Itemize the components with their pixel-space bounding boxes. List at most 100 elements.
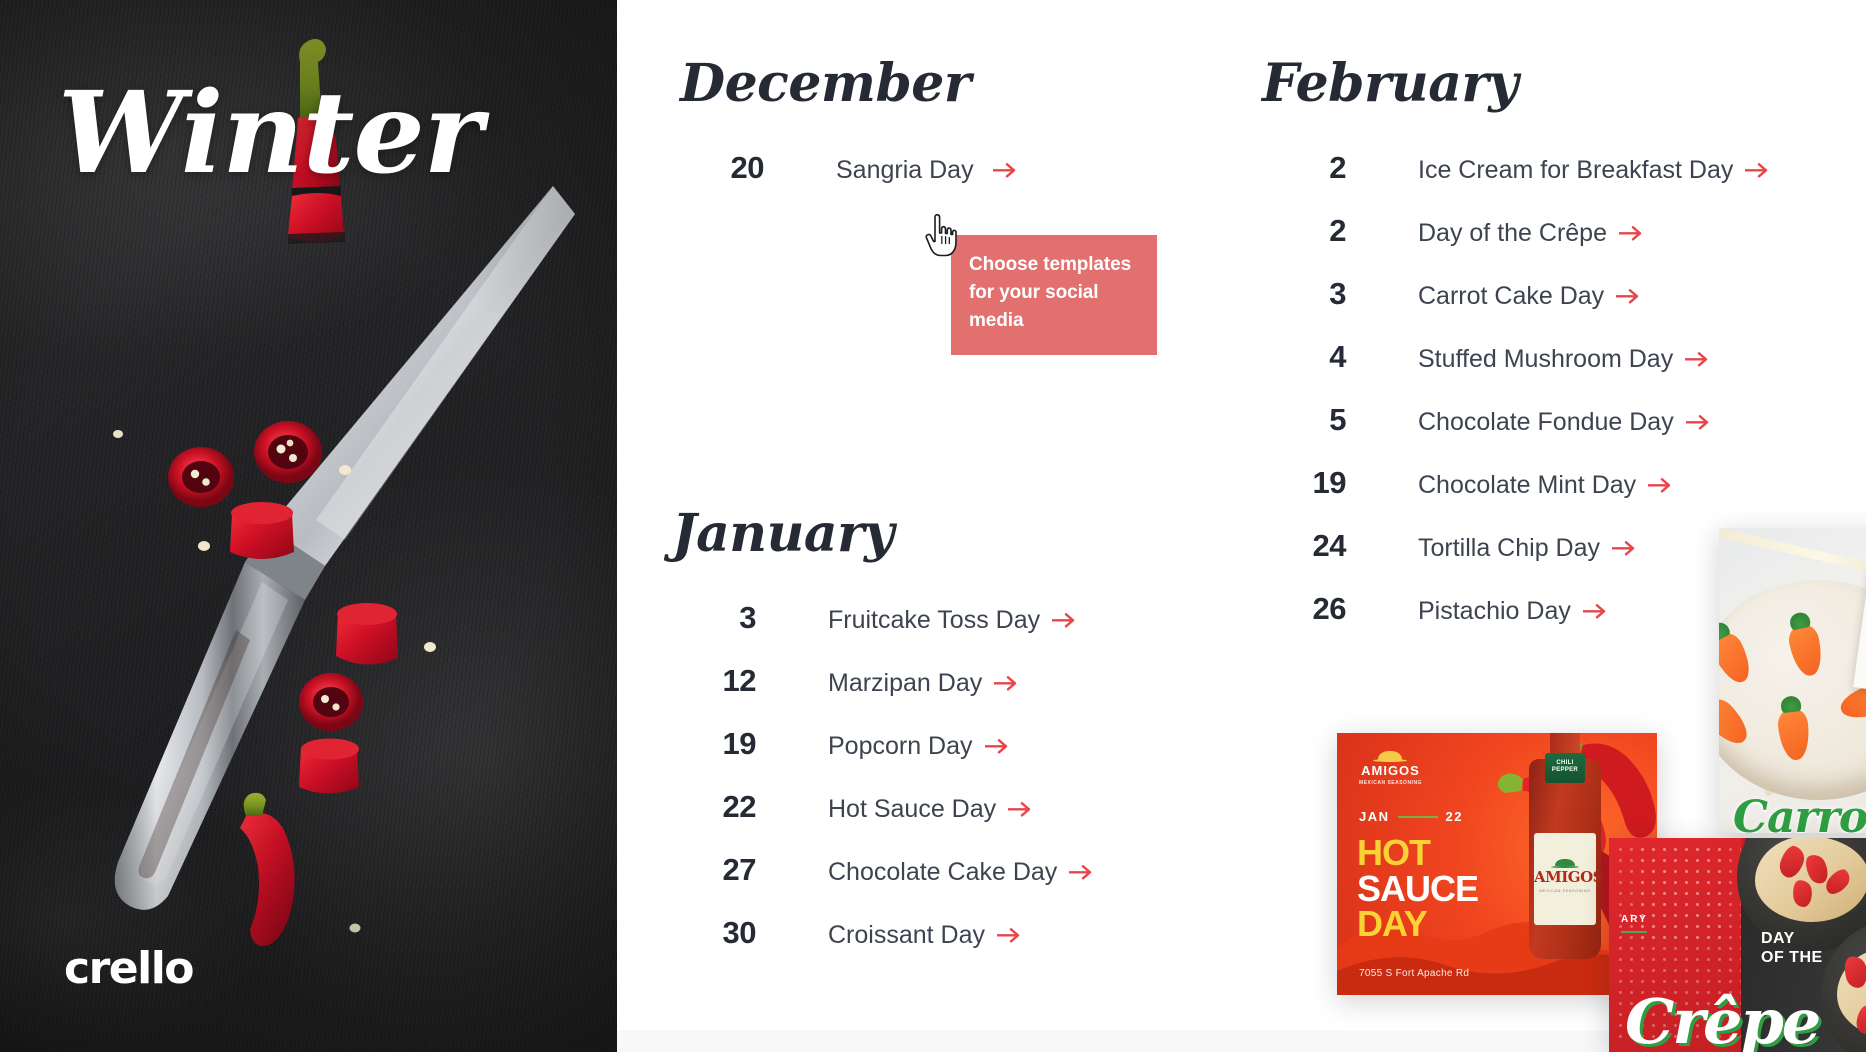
holiday-label-text: Chocolate Fondue Day bbox=[1418, 408, 1674, 436]
arrow-right-icon[interactable] bbox=[1685, 352, 1711, 367]
holiday-day-number: 19 bbox=[1312, 465, 1347, 500]
sombrero-icon bbox=[1551, 859, 1579, 868]
holiday-row[interactable]: 19 Popcorn Day bbox=[672, 726, 1232, 789]
arrow-right-icon[interactable] bbox=[1619, 226, 1645, 241]
winter-food-holidays-calendar-page: Winter crello December 20 Sangria Day Ja… bbox=[0, 0, 1866, 1052]
title-line-3: DAY bbox=[1357, 903, 1428, 945]
bottle-brand-sub: MEXICAN SEASONING bbox=[1539, 888, 1591, 893]
holiday-label[interactable]: Stuffed Mushroom Day bbox=[1354, 345, 1711, 374]
holiday-row[interactable]: 2 Ice Cream for Breakfast Day bbox=[1262, 150, 1862, 213]
hot-sauce-date: JAN 22 bbox=[1359, 809, 1463, 824]
holiday-day-number: 2 bbox=[1329, 213, 1346, 248]
month-column-january: January 3 Fruitcake Toss Day 12 Marzipan Da… bbox=[672, 508, 1232, 978]
holiday-label[interactable]: Marzipan Day bbox=[764, 669, 1020, 698]
arrow-right-icon[interactable] bbox=[1582, 604, 1609, 619]
holiday-row[interactable]: 19 Chocolate Mint Day bbox=[1262, 465, 1862, 528]
brand-name: AMIGOS bbox=[1361, 763, 1420, 778]
crepe-headline-line-2: OF THE bbox=[1761, 948, 1823, 966]
holiday-row[interactable]: 20 Sangria Day bbox=[680, 150, 1240, 213]
arrow-right-icon[interactable] bbox=[1616, 289, 1642, 304]
template-card-day-of-the-crepe[interactable]: ARY DAY OF THE Crêpe bbox=[1609, 838, 1866, 1052]
holiday-day-number: 19 bbox=[722, 726, 757, 761]
arrow-right-icon[interactable] bbox=[1612, 541, 1638, 556]
template-card-carrot-cake[interactable]: - Feb Carrot bbox=[1719, 528, 1866, 833]
hot-sauce-title: HOT SAUCE DAY bbox=[1357, 835, 1479, 945]
holiday-day-number: 12 bbox=[722, 663, 757, 698]
holiday-day-number: 4 bbox=[1329, 339, 1346, 374]
holiday-row[interactable]: 5 Chocolate Fondue Day bbox=[1262, 402, 1862, 465]
arrow-right-icon[interactable] bbox=[994, 676, 1020, 691]
holiday-label[interactable]: Chocolate Cake Day bbox=[764, 858, 1095, 887]
holiday-row[interactable]: 22 Hot Sauce Day bbox=[672, 789, 1232, 852]
date-month: JAN bbox=[1359, 809, 1390, 824]
holiday-label[interactable]: Day of the Crêpe bbox=[1354, 219, 1645, 248]
holiday-row[interactable]: 3 Fruitcake Toss Day bbox=[672, 600, 1232, 663]
arrow-right-icon[interactable] bbox=[1685, 415, 1712, 430]
holiday-label-text: Croissant Day bbox=[828, 921, 985, 949]
holiday-label[interactable]: Fruitcake Toss Day bbox=[764, 606, 1078, 635]
tooltip-text: Choose templates for your social media bbox=[969, 254, 1132, 332]
holiday-label[interactable]: Chocolate Fondue Day bbox=[1354, 408, 1712, 437]
holiday-day-number: 26 bbox=[1312, 591, 1347, 626]
holiday-label[interactable]: Chocolate Mint Day bbox=[1354, 471, 1674, 500]
holiday-row[interactable]: 4 Stuffed Mushroom Day bbox=[1262, 339, 1862, 402]
holiday-label-text: Popcorn Day bbox=[828, 732, 973, 760]
holiday-day-number: 24 bbox=[1312, 528, 1347, 563]
brand-sub: MEXICAN SEASONING bbox=[1359, 780, 1422, 786]
holiday-label[interactable]: Croissant Day bbox=[764, 921, 1023, 950]
sombrero-icon bbox=[1373, 751, 1408, 762]
crello-logo[interactable]: crello bbox=[64, 943, 195, 994]
holiday-label[interactable]: Tortilla Chip Day bbox=[1354, 534, 1638, 563]
holiday-label-text: Marzipan Day bbox=[828, 669, 983, 697]
holiday-label[interactable]: Sangria Day bbox=[772, 156, 1019, 185]
holiday-day-number: 3 bbox=[739, 600, 756, 635]
holiday-label[interactable]: Popcorn Day bbox=[764, 732, 1011, 761]
crepe-word: Crêpe bbox=[1625, 985, 1821, 1052]
holiday-day-number: 2 bbox=[1329, 150, 1346, 185]
carrot-decoration bbox=[1719, 692, 1755, 752]
carrot-cake-plate bbox=[1719, 580, 1866, 800]
holiday-row[interactable]: 2 Day of the Crêpe bbox=[1262, 213, 1862, 276]
tooltip-callout: Choose templates for your social media bbox=[951, 235, 1157, 355]
hot-sauce-brand-logo: AMIGOS MEXICAN SEASONING bbox=[1359, 751, 1422, 786]
arrow-right-icon[interactable] bbox=[984, 739, 1011, 754]
holiday-label[interactable]: Hot Sauce Day bbox=[764, 795, 1034, 824]
month-title-january: January bbox=[672, 503, 894, 564]
carrot-decoration bbox=[1719, 628, 1757, 688]
arrow-right-icon[interactable] bbox=[1069, 865, 1095, 880]
holiday-label-text: Tortilla Chip Day bbox=[1418, 534, 1601, 562]
crepe-month-text: ARY bbox=[1621, 914, 1648, 925]
holiday-row[interactable]: 27 Chocolate Cake Day bbox=[672, 852, 1232, 915]
crepe-headline: DAY OF THE bbox=[1761, 930, 1823, 968]
date-day: 22 bbox=[1445, 809, 1463, 824]
holiday-day-number: 20 bbox=[730, 150, 765, 185]
month-title-february: February bbox=[1262, 53, 1519, 114]
arrow-right-icon[interactable] bbox=[1008, 802, 1034, 817]
arrow-right-icon[interactable] bbox=[997, 928, 1023, 943]
holiday-row[interactable]: 30 Croissant Day bbox=[672, 915, 1232, 978]
holiday-label[interactable]: Carrot Cake Day bbox=[1354, 282, 1642, 311]
arrow-right-icon[interactable] bbox=[1648, 478, 1674, 493]
arrow-right-icon[interactable] bbox=[1745, 163, 1771, 178]
title-line-2: SAUCE bbox=[1357, 867, 1479, 909]
holiday-label[interactable]: Ice Cream for Breakfast Day bbox=[1354, 156, 1771, 185]
holiday-day-number: 30 bbox=[722, 915, 757, 950]
holiday-label-text: Chocolate Cake Day bbox=[828, 858, 1058, 886]
holiday-day-number: 5 bbox=[1329, 402, 1346, 437]
decor-stick bbox=[1719, 528, 1866, 588]
dot-pattern bbox=[1637, 844, 1727, 940]
holiday-row[interactable]: 12 Marzipan Day bbox=[672, 663, 1232, 726]
holiday-label[interactable]: Pistachio Day bbox=[1354, 597, 1609, 626]
holiday-day-number: 3 bbox=[1329, 276, 1346, 311]
holiday-label-text: Day of the Crêpe bbox=[1418, 219, 1607, 247]
holiday-row[interactable]: 3 Carrot Cake Day bbox=[1262, 276, 1862, 339]
arrow-right-icon[interactable] bbox=[992, 163, 1019, 178]
arrow-right-icon[interactable] bbox=[1052, 613, 1078, 628]
month-title-december: December bbox=[680, 53, 971, 114]
holiday-day-number: 22 bbox=[722, 789, 757, 824]
holiday-label-text: Fruitcake Toss Day bbox=[828, 606, 1041, 634]
bottle-collar-label: CHILI PEPPER bbox=[1545, 753, 1585, 783]
bottle-front-label: AMIGOS MEXICAN SEASONING bbox=[1534, 833, 1603, 925]
holiday-label-text: Hot Sauce Day bbox=[828, 795, 997, 823]
bottle-brand-name: AMIGOS bbox=[1534, 868, 1603, 886]
